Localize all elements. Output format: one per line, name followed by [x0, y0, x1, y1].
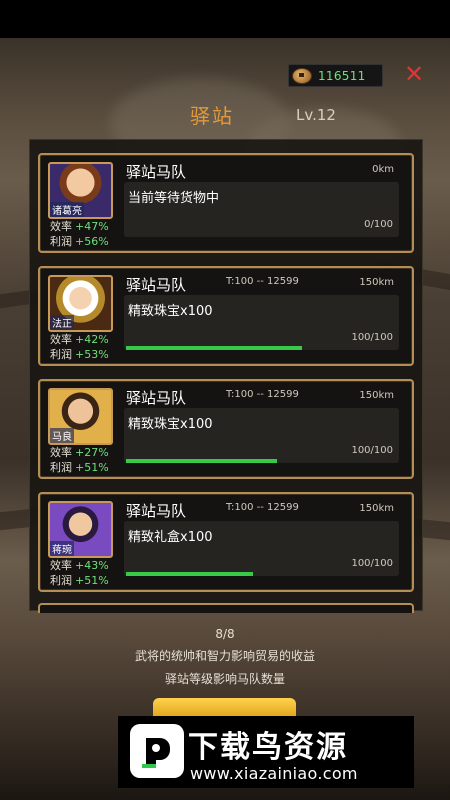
caravan-name: 驿站马队: [126, 502, 187, 520]
profit-label: 利润: [50, 235, 72, 248]
progress-fill: [126, 572, 253, 576]
efficiency-label: 效率: [50, 333, 72, 346]
bird-logo-icon: [130, 724, 184, 778]
watermark-banner: 下载鸟资源 www.xiazainiao.com: [118, 716, 414, 788]
progress-track: [126, 346, 396, 350]
efficiency-label: 效率: [50, 220, 72, 233]
profit-label: 利润: [50, 574, 72, 587]
coin-balance: 116511: [288, 64, 383, 87]
cargo-box: 精致珠宝x100 100/100: [124, 408, 399, 463]
caravan-distance: 150km: [359, 503, 394, 514]
caravan-range: T:100 -- 12599: [226, 276, 299, 287]
next-card-peek: [38, 603, 414, 613]
caravan-range: T:100 -- 12599: [226, 389, 299, 400]
station-level: Lv.12: [296, 106, 336, 124]
efficiency-value: +27%: [75, 446, 109, 459]
coin-amount: 116511: [318, 68, 366, 83]
efficiency-stat: 效率 +47%: [50, 218, 109, 234]
watermark-title: 下载鸟资源: [188, 730, 348, 765]
copper-coin-icon: [292, 67, 312, 84]
caravan-distance: 150km: [359, 390, 394, 401]
progress-track: [126, 572, 396, 576]
hero-name: 马良: [50, 428, 74, 443]
efficiency-stat: 效率 +42%: [50, 331, 109, 347]
cargo-count: 100/100: [351, 332, 393, 343]
hero-name: 蒋琬: [50, 541, 74, 556]
profit-label: 利润: [50, 461, 72, 474]
caravan-card[interactable]: 蒋琬 效率 +43% 利润 +51% 驿站马队 T:100 -- 12599 150…: [38, 492, 414, 592]
hero-name: 诸葛亮: [50, 202, 84, 217]
cargo-box: 当前等待货物中 0/100: [124, 182, 399, 237]
caravan-name: 驿站马队: [126, 389, 187, 407]
profit-label: 利润: [50, 348, 72, 361]
progress-fill: [126, 459, 278, 463]
cargo-status: 当前等待货物中: [128, 191, 220, 206]
caravan-distance: 0km: [372, 164, 394, 175]
hero-portrait[interactable]: 蒋琬: [48, 501, 113, 558]
hint-caravan-count: 驿站等级影响马队数量: [164, 672, 285, 686]
caravan-distance: 150km: [359, 277, 394, 288]
status-bar-area: [0, 0, 450, 38]
cargo-count: 100/100: [351, 445, 393, 456]
profit-value: +51%: [75, 461, 109, 474]
cargo-count: 100/100: [351, 558, 393, 569]
hint-trade-income: 武将的统帅和智力影响贸易的收益: [134, 649, 315, 663]
caravan-name: 驿站马队: [126, 163, 187, 181]
cargo-box: 精致珠宝x100 100/100: [124, 295, 399, 350]
efficiency-value: +47%: [75, 220, 109, 233]
efficiency-label: 效率: [50, 446, 72, 459]
profit-value: +51%: [75, 574, 109, 587]
close-button[interactable]: ✕: [401, 62, 427, 86]
watermark-url: www.xiazainiao.com: [190, 764, 358, 783]
hero-portrait[interactable]: 马良: [48, 388, 113, 445]
profit-stat: 利润 +51%: [50, 572, 109, 588]
cargo-count: 0/100: [364, 219, 393, 230]
caravan-card[interactable]: 马良 效率 +27% 利润 +51% 驿站马队 T:100 -- 12599 150…: [38, 379, 414, 479]
profit-stat: 利润 +53%: [50, 346, 109, 362]
hero-name: 法正: [50, 315, 74, 330]
caravan-name: 驿站马队: [126, 276, 187, 294]
cargo-box: 精致礼盒x100 100/100: [124, 521, 399, 576]
progress-fill: [126, 346, 302, 350]
caravan-card[interactable]: 诸葛亮 效率 +47% 利润 +56% 驿站马队 0km 当前等待货物中 0/100: [38, 153, 414, 253]
hero-portrait[interactable]: 诸葛亮: [48, 162, 113, 219]
upgrade-button[interactable]: [153, 698, 296, 718]
efficiency-value: +43%: [75, 559, 109, 572]
post-station-screen: 116511 ✕ 驿站 Lv.12 诸葛亮 效率 +47% 利润 +56% 驿站马队…: [0, 0, 450, 800]
profit-stat: 利润 +56%: [50, 233, 109, 249]
progress-track: [126, 233, 396, 237]
cargo-status: 精致珠宝x100: [128, 417, 213, 432]
efficiency-value: +42%: [75, 333, 109, 346]
progress-track: [126, 459, 396, 463]
cargo-status: 精致礼盒x100: [128, 530, 213, 545]
profit-value: +56%: [75, 235, 109, 248]
hero-portrait[interactable]: 法正: [48, 275, 113, 332]
efficiency-label: 效率: [50, 559, 72, 572]
page-indicator: 8/8: [215, 627, 235, 641]
profit-stat: 利润 +51%: [50, 459, 109, 475]
caravan-range: T:100 -- 12599: [226, 502, 299, 513]
close-icon: ✕: [403, 60, 425, 88]
caravan-card[interactable]: 法正 效率 +42% 利润 +53% 驿站马队 T:100 -- 12599 150…: [38, 266, 414, 366]
efficiency-stat: 效率 +27%: [50, 444, 109, 460]
cargo-status: 精致珠宝x100: [128, 304, 213, 319]
profit-value: +53%: [75, 348, 109, 361]
page-title: 驿站: [190, 104, 234, 128]
efficiency-stat: 效率 +43%: [50, 557, 109, 573]
